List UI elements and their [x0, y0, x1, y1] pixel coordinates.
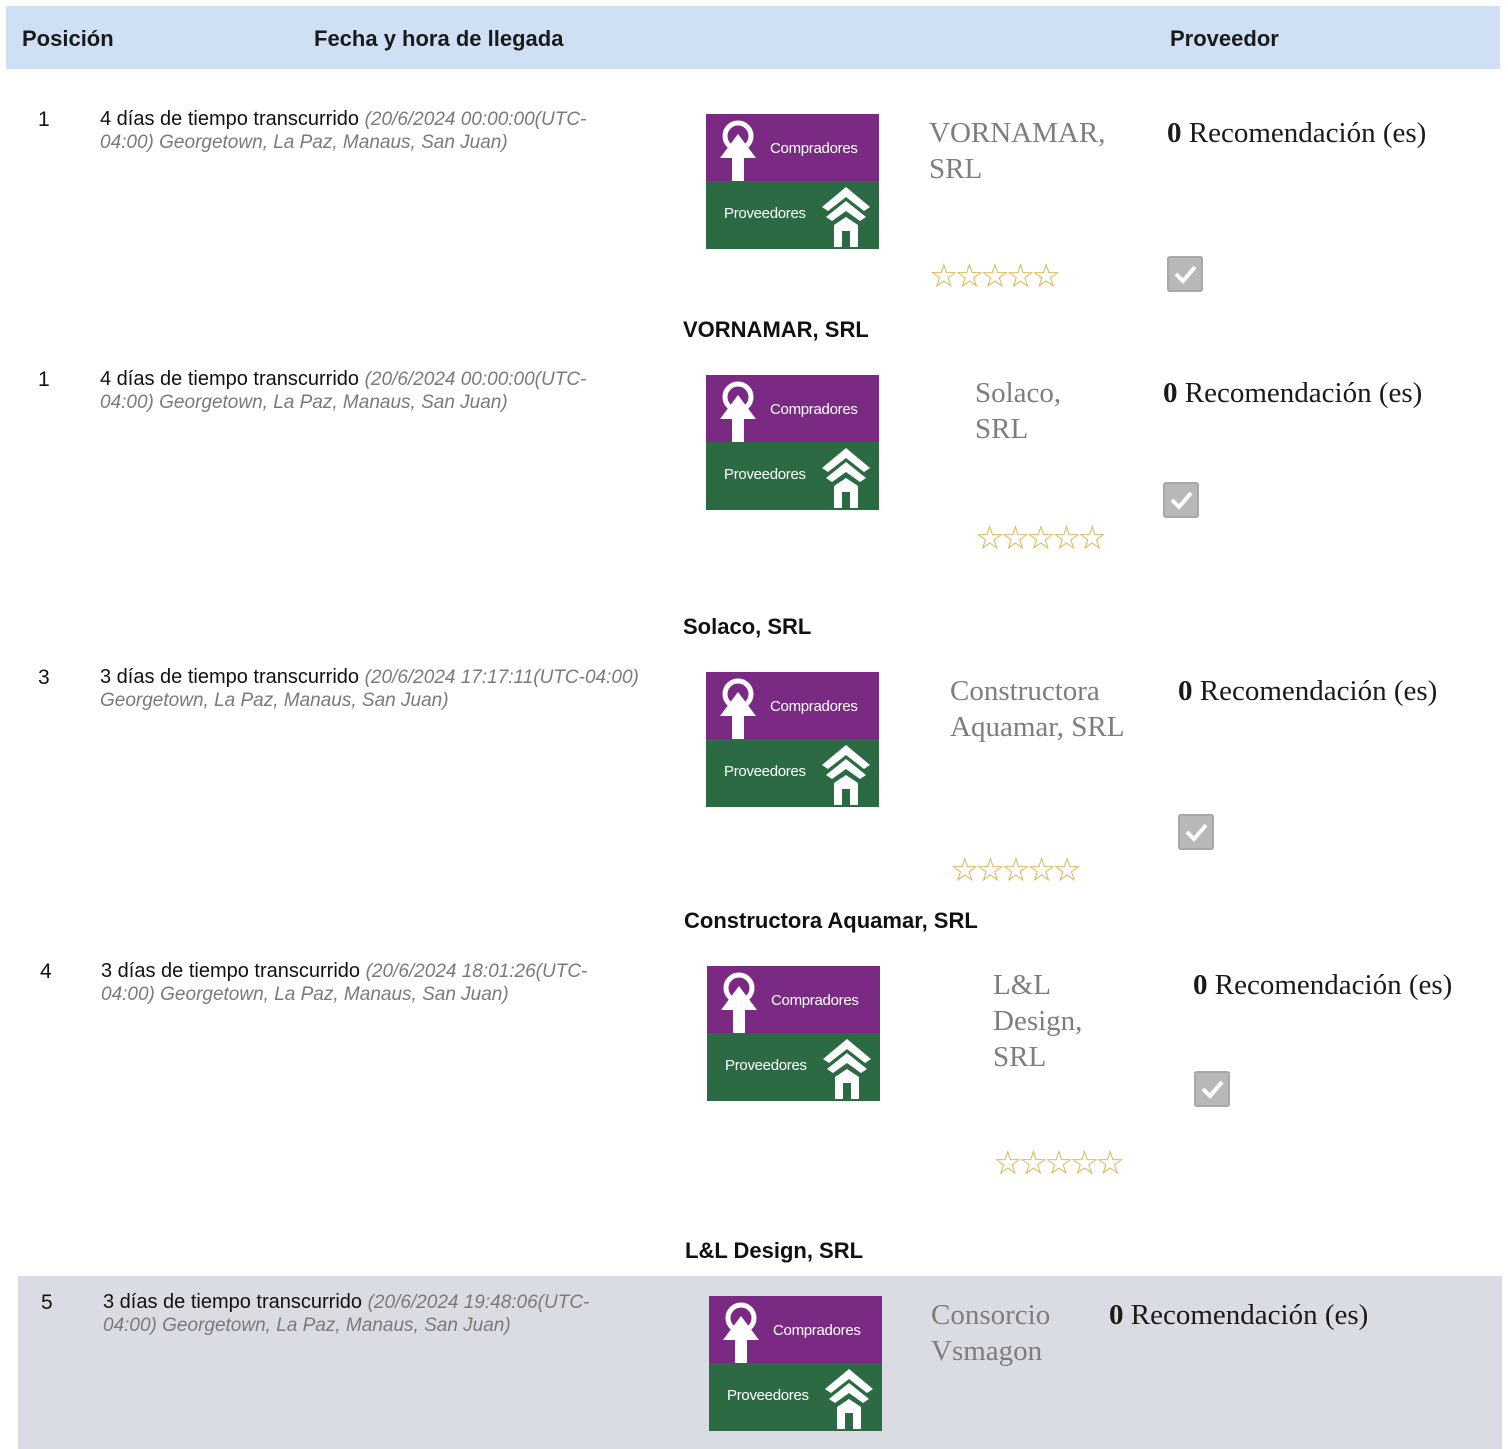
logo-bottom-label: Proveedores [727, 1387, 809, 1404]
vendor-card-name[interactable]: Solaco, SRL [975, 375, 1105, 447]
vendor-card-name[interactable]: Constructora Aquamar, SRL [950, 673, 1150, 745]
table-header: Posición Fecha y hora de llegada Proveed… [6, 6, 1500, 69]
logo-top-label: Compradores [771, 992, 859, 1009]
header-arrival: Fecha y hora de llegada [314, 26, 564, 51]
rec-label: Recomendación (es) [1184, 377, 1423, 409]
vendor-card-name[interactable]: Consorcio Vsmagon [931, 1297, 1091, 1369]
logo-top-label: Compradores [773, 1322, 861, 1339]
logo-bottom-label: Proveedores [724, 763, 806, 780]
row-position: 1 [38, 368, 50, 391]
rec-label: Recomendación (es) [1130, 1299, 1369, 1331]
rating-stars[interactable]: ☆☆☆☆☆ [929, 258, 1104, 294]
rec-label: Recomendación (es) [1199, 675, 1438, 707]
vendor-logo[interactable]: Compradores Proveedores [707, 966, 880, 1101]
vendor-name: L&L Design, SRL [685, 1238, 864, 1263]
check-icon [1185, 823, 1208, 842]
row-position: 5 [41, 1291, 53, 1314]
rec-count: 0 [1193, 969, 1208, 1001]
logo-icon [720, 120, 756, 181]
row-elapsed: 3 días de tiempo transcurrido (20/6/2024… [101, 960, 641, 1006]
recommendations: 0 Recomendación (es) [1167, 115, 1427, 151]
logo-house-icon [822, 745, 870, 805]
rec-label: Recomendación (es) [1214, 969, 1453, 1001]
vendor-card-name[interactable]: VORNAMAR, SRL [929, 115, 1139, 187]
rec-label: Recomendación (es) [1188, 117, 1427, 149]
recommendations: 0 Recomendación (es) [1109, 1297, 1369, 1333]
logo-house-icon [822, 187, 870, 247]
row-elapsed: 3 días de tiempo transcurrido (20/6/2024… [100, 666, 640, 712]
select-checkbox[interactable] [1167, 256, 1203, 292]
elapsed-text: 3 días de tiempo transcurrido [103, 1291, 363, 1313]
row-position: 3 [38, 666, 50, 689]
logo-house-icon [822, 448, 870, 508]
rec-count: 0 [1167, 117, 1182, 149]
logo-top-label: Compradores [770, 698, 858, 715]
logo-bottom-label: Proveedores [724, 466, 806, 483]
elapsed-text: 3 días de tiempo transcurrido [100, 666, 360, 688]
vendor-logo[interactable]: Compradores Proveedores [706, 672, 879, 807]
rating-stars[interactable]: ☆☆☆☆☆ [975, 520, 1115, 556]
vendor-logo[interactable]: Compradores Proveedores [706, 114, 879, 249]
elapsed-text: 4 días de tiempo transcurrido [100, 368, 360, 390]
logo-house-icon [825, 1369, 873, 1429]
vendor-name: Solaco, SRL [683, 614, 812, 639]
logo-top-label: Compradores [770, 140, 858, 157]
row-elapsed: 3 días de tiempo transcurrido (20/6/2024… [103, 1291, 643, 1337]
recommendations: 0 Recomendación (es) [1193, 967, 1493, 1003]
logo-icon [723, 1302, 759, 1363]
rec-count: 0 [1163, 377, 1178, 409]
row-position: 4 [40, 960, 52, 983]
header-position: Posición [22, 26, 114, 51]
logo-icon [720, 678, 756, 739]
select-checkbox[interactable] [1163, 482, 1199, 518]
select-checkbox[interactable] [1194, 1071, 1230, 1107]
header-supplier: Proveedor [1170, 26, 1279, 51]
elapsed-text: 3 días de tiempo transcurrido [101, 960, 361, 982]
recommendations: 0 Recomendación (es) [1163, 375, 1463, 411]
rating-stars[interactable]: ☆☆☆☆☆ [993, 1145, 1133, 1181]
logo-top-label: Compradores [770, 401, 858, 418]
check-icon [1201, 1080, 1224, 1099]
rec-count: 0 [1109, 1299, 1124, 1331]
check-icon [1174, 265, 1197, 284]
logo-house-icon [823, 1039, 871, 1099]
rec-count: 0 [1178, 675, 1193, 707]
logo-bottom-label: Proveedores [725, 1057, 807, 1074]
rating-stars[interactable]: ☆☆☆☆☆ [950, 852, 1125, 888]
row-elapsed: 4 días de tiempo transcurrido (20/6/2024… [100, 108, 640, 154]
vendor-name: VORNAMAR, SRL [683, 317, 869, 342]
select-checkbox[interactable] [1178, 814, 1214, 850]
vendor-name: Constructora Aquamar, SRL [684, 908, 978, 933]
row-elapsed: 4 días de tiempo transcurrido (20/6/2024… [100, 368, 640, 414]
vendor-card-name[interactable]: L&L Design, SRL [993, 967, 1123, 1075]
vendor-logo[interactable]: Compradores Proveedores [709, 1296, 882, 1431]
logo-icon [720, 381, 756, 442]
row-position: 1 [38, 108, 50, 131]
recommendations: 0 Recomendación (es) [1178, 673, 1438, 709]
logo-icon [721, 972, 757, 1033]
vendor-logo[interactable]: Compradores Proveedores [706, 375, 879, 510]
check-icon [1170, 491, 1193, 510]
elapsed-text: 4 días de tiempo transcurrido [100, 108, 360, 130]
logo-bottom-label: Proveedores [724, 205, 806, 222]
